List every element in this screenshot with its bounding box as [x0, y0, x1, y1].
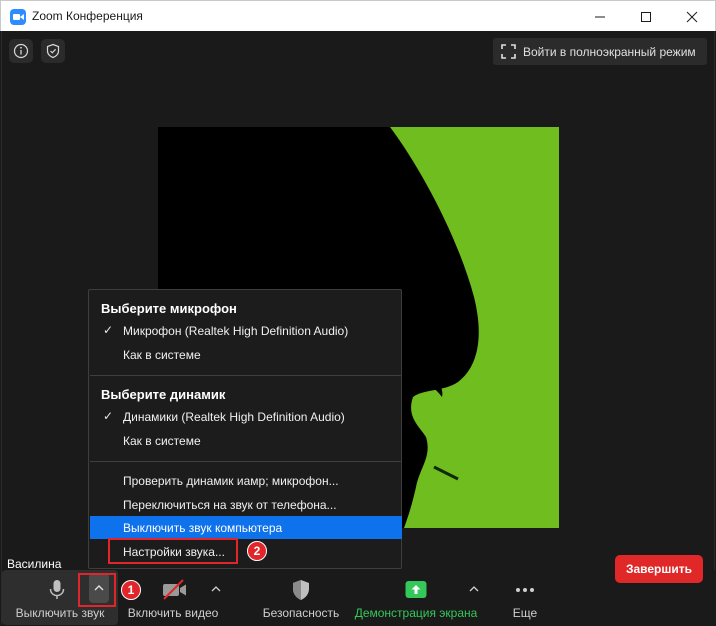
- speaker-section-header: Выберите динамик: [101, 387, 226, 402]
- minimize-icon: [595, 16, 605, 17]
- meeting-info-button[interactable]: [9, 39, 33, 63]
- more-button[interactable]: Еще: [500, 570, 550, 625]
- close-icon: [686, 11, 698, 22]
- annotation-badge-1: 1: [121, 580, 141, 600]
- share-screen-button[interactable]: Демонстрация экрана: [352, 570, 480, 625]
- minimize-button[interactable]: [577, 1, 623, 32]
- security-shield-icon: [289, 578, 313, 602]
- fullscreen-label: Войти в полноэкранный режим: [523, 44, 696, 59]
- video-off-icon: [161, 578, 186, 602]
- video-options-caret[interactable]: [205, 574, 227, 604]
- menu-item-test-audio[interactable]: Проверить динамик иамр; микрофон...: [90, 469, 402, 492]
- menu-divider: [90, 375, 402, 376]
- encryption-button[interactable]: [41, 39, 65, 63]
- start-video-label: Включить видео: [127, 606, 219, 620]
- chevron-up-icon: [211, 586, 221, 592]
- shield-check-icon: [46, 43, 60, 59]
- menu-item-mic-realtek[interactable]: ✓ Микрофон (Realtek High Definition Audi…: [90, 319, 402, 342]
- more-label: Еще: [512, 606, 538, 620]
- menu-item-label: Как в системе: [123, 433, 201, 448]
- annotation-box-audio-caret: [78, 573, 116, 607]
- fullscreen-button[interactable]: Войти в полноэкранный режим: [493, 38, 707, 65]
- maximize-icon: [641, 11, 651, 22]
- menu-item-label: Переключиться на звук от телефона...: [123, 497, 337, 512]
- info-icon: [13, 43, 29, 59]
- checkmark-icon: ✓: [103, 323, 114, 337]
- share-screen-label: Демонстрация экрана: [354, 606, 478, 620]
- annotation-badge-2: 2: [247, 541, 267, 561]
- menu-item-label: Выключить звук компьютера: [123, 520, 283, 535]
- share-screen-icon: [404, 578, 428, 602]
- mute-label: Выключить звук: [15, 606, 105, 620]
- mic-section-header: Выберите микрофон: [101, 301, 237, 316]
- security-label: Безопасность: [262, 606, 340, 620]
- menu-item-label: Микрофон (Realtek High Definition Audio): [123, 323, 349, 338]
- microphone-icon: [45, 578, 69, 602]
- maximize-button[interactable]: [623, 1, 669, 32]
- menu-item-speaker-system[interactable]: Как в системе: [90, 429, 402, 452]
- end-meeting-button[interactable]: Завершить: [615, 555, 703, 583]
- zoom-app-icon: [10, 9, 26, 25]
- annotation-box-audio-settings: [108, 538, 238, 564]
- share-options-caret[interactable]: [463, 574, 485, 604]
- menu-item-switch-phone-audio[interactable]: Переключиться на звук от телефона...: [90, 493, 402, 516]
- menu-item-label: Проверить динамик иамр; микрофон...: [123, 473, 339, 488]
- window-title: Zoom Конференция: [32, 9, 143, 23]
- menu-item-label: Как в системе: [123, 347, 201, 362]
- chevron-up-icon: [469, 586, 479, 592]
- menu-item-mic-system[interactable]: Как в системе: [90, 343, 402, 366]
- close-button[interactable]: [669, 1, 715, 32]
- more-dots-icon: [513, 578, 537, 602]
- menu-item-leave-computer-audio[interactable]: Выключить звук компьютера: [90, 516, 402, 539]
- menu-item-label: Динамики (Realtek High Definition Audio): [123, 409, 345, 424]
- title-bar: Zoom Конференция: [0, 0, 716, 31]
- checkmark-icon: ✓: [103, 409, 114, 423]
- audio-options-menu: Выберите микрофон ✓ Микрофон (Realtek Hi…: [88, 289, 402, 569]
- menu-item-speaker-realtek[interactable]: ✓ Динамики (Realtek High Definition Audi…: [90, 405, 402, 428]
- fullscreen-icon: [501, 44, 516, 59]
- menu-divider: [90, 461, 402, 462]
- security-button[interactable]: Безопасность: [258, 570, 344, 625]
